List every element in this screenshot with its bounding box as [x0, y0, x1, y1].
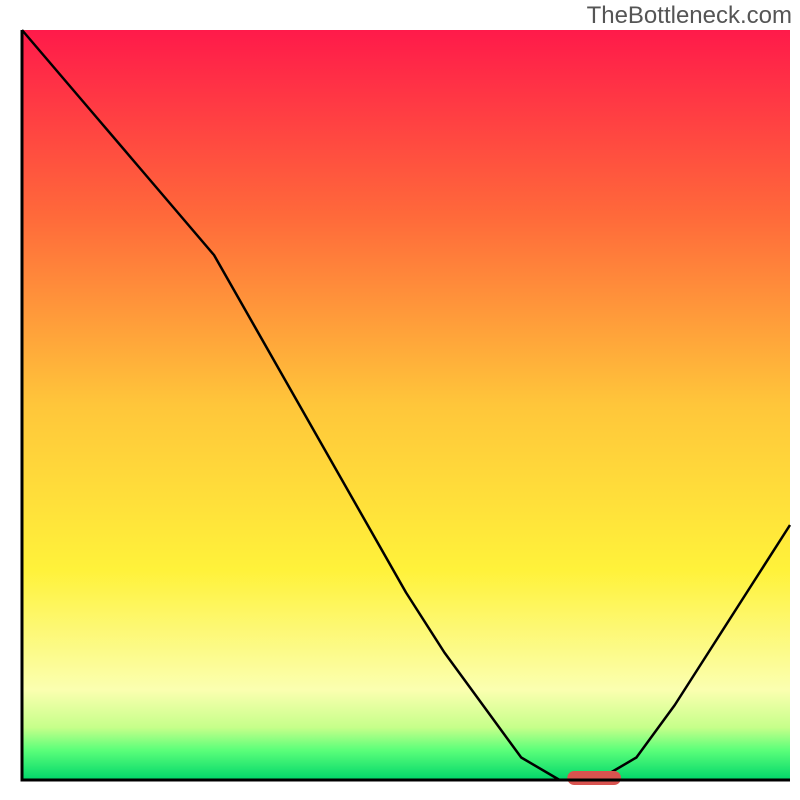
watermark-text: TheBottleneck.com — [587, 2, 792, 30]
chart-container: TheBottleneck.com — [0, 0, 800, 800]
bottleneck-chart — [0, 0, 800, 800]
optimal-range-marker — [567, 771, 621, 785]
gradient-background — [22, 30, 790, 780]
